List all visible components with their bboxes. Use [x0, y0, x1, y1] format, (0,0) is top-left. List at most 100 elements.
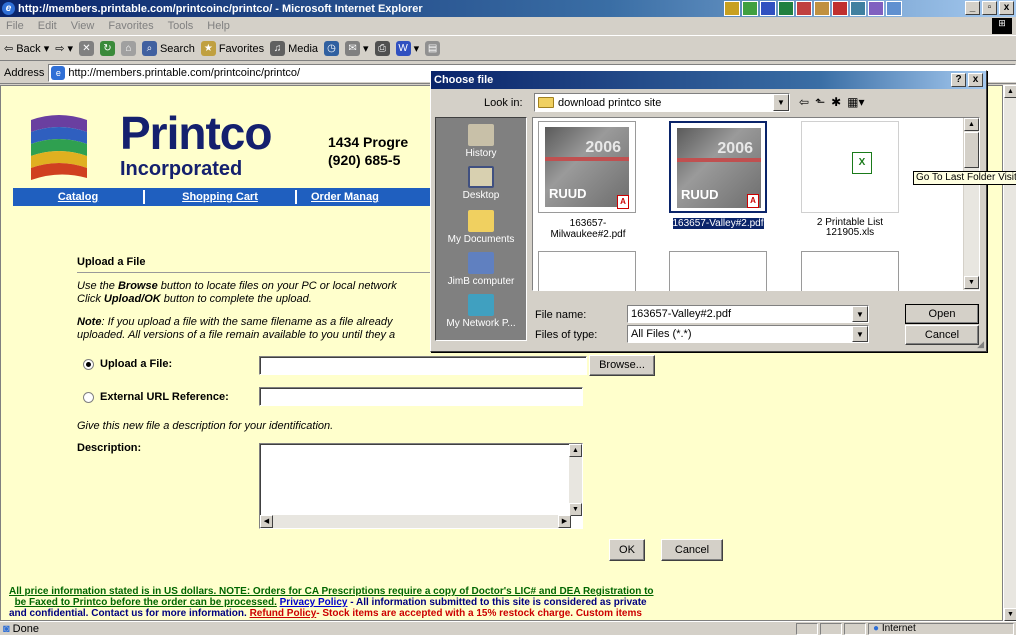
privacy-policy-link[interactable]: Privacy Policy [280, 597, 348, 608]
refresh-icon[interactable]: ↻ [99, 41, 115, 56]
scroll-right-icon[interactable]: ▶ [558, 515, 571, 528]
scroll-left-icon[interactable]: ◀ [260, 515, 273, 528]
place-my-network[interactable]: My Network P... [436, 294, 526, 329]
back-button[interactable]: ⇦ Back ▾ [4, 42, 49, 56]
file-thumbnail[interactable]: X [801, 121, 899, 213]
look-in-select[interactable]: download printco site ▼ [534, 93, 790, 112]
home-icon[interactable]: ⌂ [120, 41, 136, 56]
scroll-up-icon[interactable]: ▲ [964, 118, 979, 131]
file-thumbnail[interactable] [801, 251, 899, 291]
forward-button[interactable]: ⇨ ▾ [55, 42, 73, 55]
file-name-selected[interactable]: 163657-Valley#2.pdf [663, 218, 773, 229]
favorites-button[interactable]: ★ Favorites [200, 41, 264, 56]
open-button[interactable]: Open [905, 304, 979, 324]
status-bar: ◙ Done ● Internet [0, 621, 1016, 635]
place-desktop[interactable]: Desktop [436, 166, 526, 201]
external-url-label: External URL Reference: [100, 391, 229, 403]
external-url-input[interactable] [259, 387, 583, 406]
look-in-value: download printco site [558, 96, 662, 109]
file-thumbnail[interactable] [538, 251, 636, 291]
scroll-down-icon[interactable]: ▼ [964, 276, 979, 289]
page-vscroll[interactable]: ▲ ▼ [1003, 85, 1016, 621]
stop-icon[interactable]: ✕ [78, 41, 94, 56]
status-segment [844, 623, 866, 635]
file-thumbnail[interactable] [669, 251, 767, 291]
up-folder-icon[interactable]: ⬑ [815, 95, 825, 109]
powerpoint-icon[interactable] [796, 1, 812, 16]
file-name[interactable]: 163657-Milwaukee#2.pdf [533, 218, 643, 240]
excel-icon[interactable] [778, 1, 794, 16]
nav-shopping-cart[interactable]: Shopping Cart [145, 191, 295, 203]
mail-button[interactable]: ✉ ▾ [345, 41, 369, 56]
chevron-down-icon[interactable]: ▼ [852, 326, 868, 342]
history-icon[interactable]: ◷ [324, 41, 340, 56]
back-arrow-icon[interactable]: ⇦ [799, 95, 809, 109]
place-my-computer[interactable]: JimB computer [436, 252, 526, 287]
nav-order-management[interactable]: Order Manag [297, 191, 433, 203]
textarea-hscroll[interactable]: ◀ ▶ [260, 515, 571, 528]
resize-grip-icon[interactable]: ◢ [977, 339, 984, 350]
app-icon[interactable] [814, 1, 830, 16]
view-menu-icon[interactable]: ▦▾ [847, 95, 864, 109]
divider [77, 272, 437, 273]
browse-button[interactable]: Browse... [589, 355, 655, 376]
mail-icon: ✉ [345, 41, 361, 56]
dialog-cancel-button[interactable]: Cancel [905, 325, 979, 345]
chevron-down-icon[interactable]: ▼ [773, 94, 789, 111]
upload-file-radio[interactable] [83, 358, 94, 370]
edit-button[interactable]: W ▾ [395, 41, 419, 56]
new-folder-icon[interactable]: ✱ [831, 95, 841, 109]
browser-window: e http://members.printable.com/printcoin… [0, 0, 1016, 635]
taskbar-icons [724, 1, 902, 16]
menu-tools[interactable]: Tools [168, 20, 194, 32]
brand-name: Printco [120, 107, 272, 159]
place-my-documents[interactable]: My Documents [436, 210, 526, 245]
app-icon[interactable] [742, 1, 758, 16]
file-list-vscroll[interactable]: ▲ ▼ [963, 118, 979, 290]
external-url-radio[interactable] [83, 391, 94, 403]
upload-file-option[interactable]: Upload a File: [83, 358, 172, 370]
acrobat-icon[interactable] [832, 1, 848, 16]
menu-favorites[interactable]: Favorites [108, 20, 153, 32]
print-icon[interactable]: ⎙ [374, 41, 390, 56]
scroll-down-icon[interactable]: ▼ [1004, 608, 1016, 621]
minimize-icon[interactable]: _ [965, 1, 980, 15]
nav-catalog[interactable]: Catalog [13, 191, 143, 203]
description-textarea[interactable]: ▲ ▼ ◀ ▶ [259, 443, 583, 529]
app-icon[interactable] [886, 1, 902, 16]
restore-icon[interactable]: ▫ [982, 1, 997, 15]
history-icon [468, 124, 494, 146]
app-icon[interactable] [724, 1, 740, 16]
file-name-input[interactable]: 163657-Valley#2.pdf ▼ [627, 305, 869, 323]
app-icon[interactable] [868, 1, 884, 16]
file-thumbnail-selected[interactable]: 2006 RUUD A [669, 121, 767, 213]
cover-stripe [677, 158, 761, 162]
search-button[interactable]: ⌕ Search [141, 41, 195, 56]
menu-help[interactable]: Help [207, 20, 230, 32]
word-icon[interactable] [760, 1, 776, 16]
file-type-select[interactable]: All Files (*.*) ▼ [627, 325, 869, 343]
upload-file-input[interactable] [259, 356, 587, 375]
external-url-option[interactable]: External URL Reference: [83, 391, 229, 403]
menu-view[interactable]: View [71, 20, 95, 32]
scroll-up-icon[interactable]: ▲ [569, 444, 582, 457]
file-list[interactable]: 2006 RUUD A 163657-Milwaukee#2.pdf 2006 … [532, 117, 1016, 291]
scroll-up-icon[interactable]: ▲ [1004, 85, 1016, 98]
textarea-vscroll[interactable]: ▲ ▼ [569, 444, 582, 516]
file-name[interactable]: 2 Printable List 121905.xls [795, 218, 905, 238]
place-history[interactable]: History [436, 124, 526, 159]
file-thumbnail[interactable]: 2006 RUUD A [538, 121, 636, 213]
dialog-close-button[interactable]: x [968, 73, 983, 87]
help-button[interactable]: ? [951, 73, 966, 87]
menu-edit[interactable]: Edit [38, 20, 57, 32]
ok-button[interactable]: OK [609, 539, 645, 561]
menu-file[interactable]: File [6, 20, 24, 32]
media-button[interactable]: ♫ Media [270, 41, 318, 56]
app-icon[interactable] [850, 1, 866, 16]
chevron-down-icon[interactable]: ▼ [852, 306, 868, 322]
refund-policy-link[interactable]: Refund Policy [250, 608, 317, 619]
close-icon[interactable]: x [999, 1, 1014, 15]
cancel-button[interactable]: Cancel [661, 539, 723, 561]
discuss-icon[interactable]: ▤ [425, 41, 441, 56]
scroll-thumb[interactable] [964, 132, 979, 168]
